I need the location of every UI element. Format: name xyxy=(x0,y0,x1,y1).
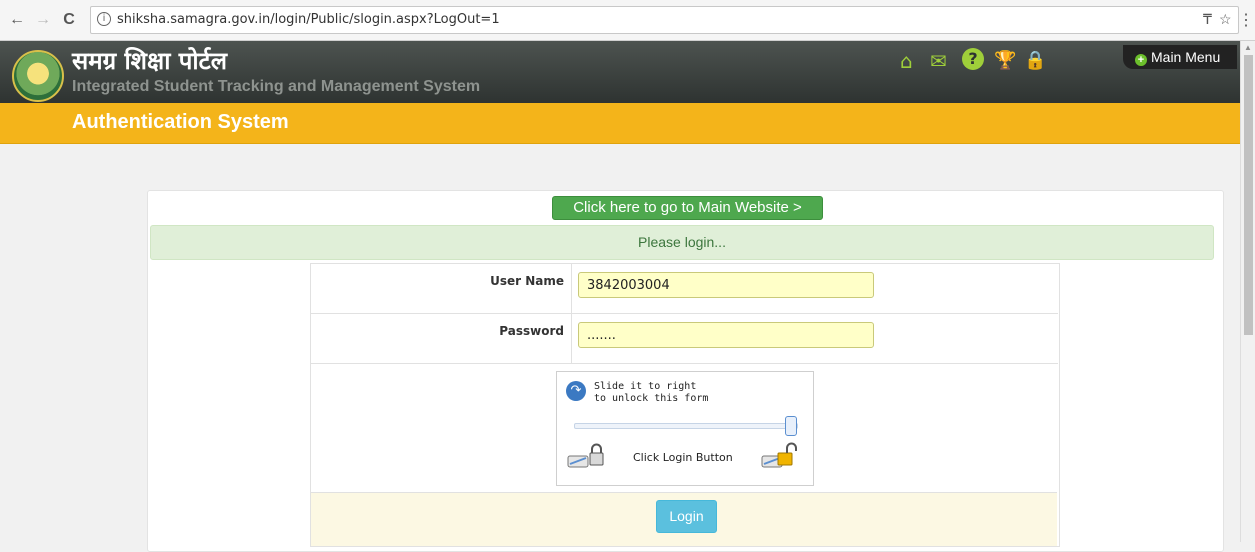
browser-toolbar: ← → C i shiksha.samagra.gov.in/login/Pub… xyxy=(0,0,1255,41)
info-icon[interactable]: i xyxy=(97,12,111,26)
main-website-button[interactable]: Click here to go to Main Website > xyxy=(552,196,823,220)
form-divider xyxy=(310,313,1058,314)
lock-icon[interactable]: 🔒 xyxy=(1024,50,1046,71)
home-icon[interactable]: ⌂ xyxy=(900,49,913,73)
slide-instruction-line: to unlock this form xyxy=(594,393,709,404)
password-label: Password xyxy=(499,324,564,338)
password-input[interactable] xyxy=(578,322,874,348)
username-input[interactable] xyxy=(578,272,874,298)
page-scrollbar[interactable]: ▲ xyxy=(1240,41,1255,542)
form-column-divider xyxy=(571,264,572,363)
auth-title-bar: Authentication System xyxy=(0,103,1240,144)
browser-menu-icon[interactable]: ⋮ xyxy=(1238,10,1254,30)
scroll-thumb[interactable] xyxy=(1244,55,1253,335)
main-menu-label: Main Menu xyxy=(1151,49,1221,65)
forward-icon[interactable]: → xyxy=(34,11,52,29)
slide-instructions: Slide it to right to unlock this form xyxy=(594,381,708,405)
pin-icon[interactable]: ₸ xyxy=(1203,11,1212,28)
back-icon[interactable]: ← xyxy=(8,11,26,29)
slider-track[interactable] xyxy=(574,423,798,429)
login-message: Please login... xyxy=(150,225,1214,260)
mail-icon[interactable]: ✉ xyxy=(930,49,947,73)
site-header: समग्र शिक्षा पोर्टल Integrated Student T… xyxy=(0,41,1240,103)
login-button[interactable]: Login xyxy=(656,500,717,533)
address-bar[interactable]: i shiksha.samagra.gov.in/login/Public/sl… xyxy=(90,6,1239,34)
reload-icon[interactable]: C xyxy=(60,11,78,29)
site-subtitle: Integrated Student Tracking and Manageme… xyxy=(72,78,481,95)
url-text[interactable]: shiksha.samagra.gov.in/login/Public/slog… xyxy=(117,12,500,27)
main-menu-button[interactable]: + Main Menu xyxy=(1123,45,1237,69)
click-login-hint: Click Login Button xyxy=(633,451,733,464)
trophy-icon[interactable]: 🏆 xyxy=(994,50,1016,71)
locked-padlock-icon xyxy=(567,443,604,468)
site-title: समग्र शिक्षा पोर्टल xyxy=(72,47,227,75)
bookmark-star-icon[interactable]: ☆ xyxy=(1219,11,1232,28)
slide-instruction-line: Slide it to right xyxy=(594,381,697,392)
curved-arrow-icon: ↷ xyxy=(566,381,586,401)
page-title: Authentication System xyxy=(72,111,289,133)
help-icon[interactable]: ? xyxy=(962,48,984,70)
scroll-up-icon[interactable]: ▲ xyxy=(1244,43,1252,52)
slider-handle[interactable] xyxy=(785,416,797,436)
unlocked-padlock-icon xyxy=(761,442,797,468)
form-divider xyxy=(310,363,1058,364)
plus-icon: + xyxy=(1135,54,1147,66)
username-label: User Name xyxy=(490,274,564,288)
emblem-logo-icon xyxy=(12,50,64,102)
